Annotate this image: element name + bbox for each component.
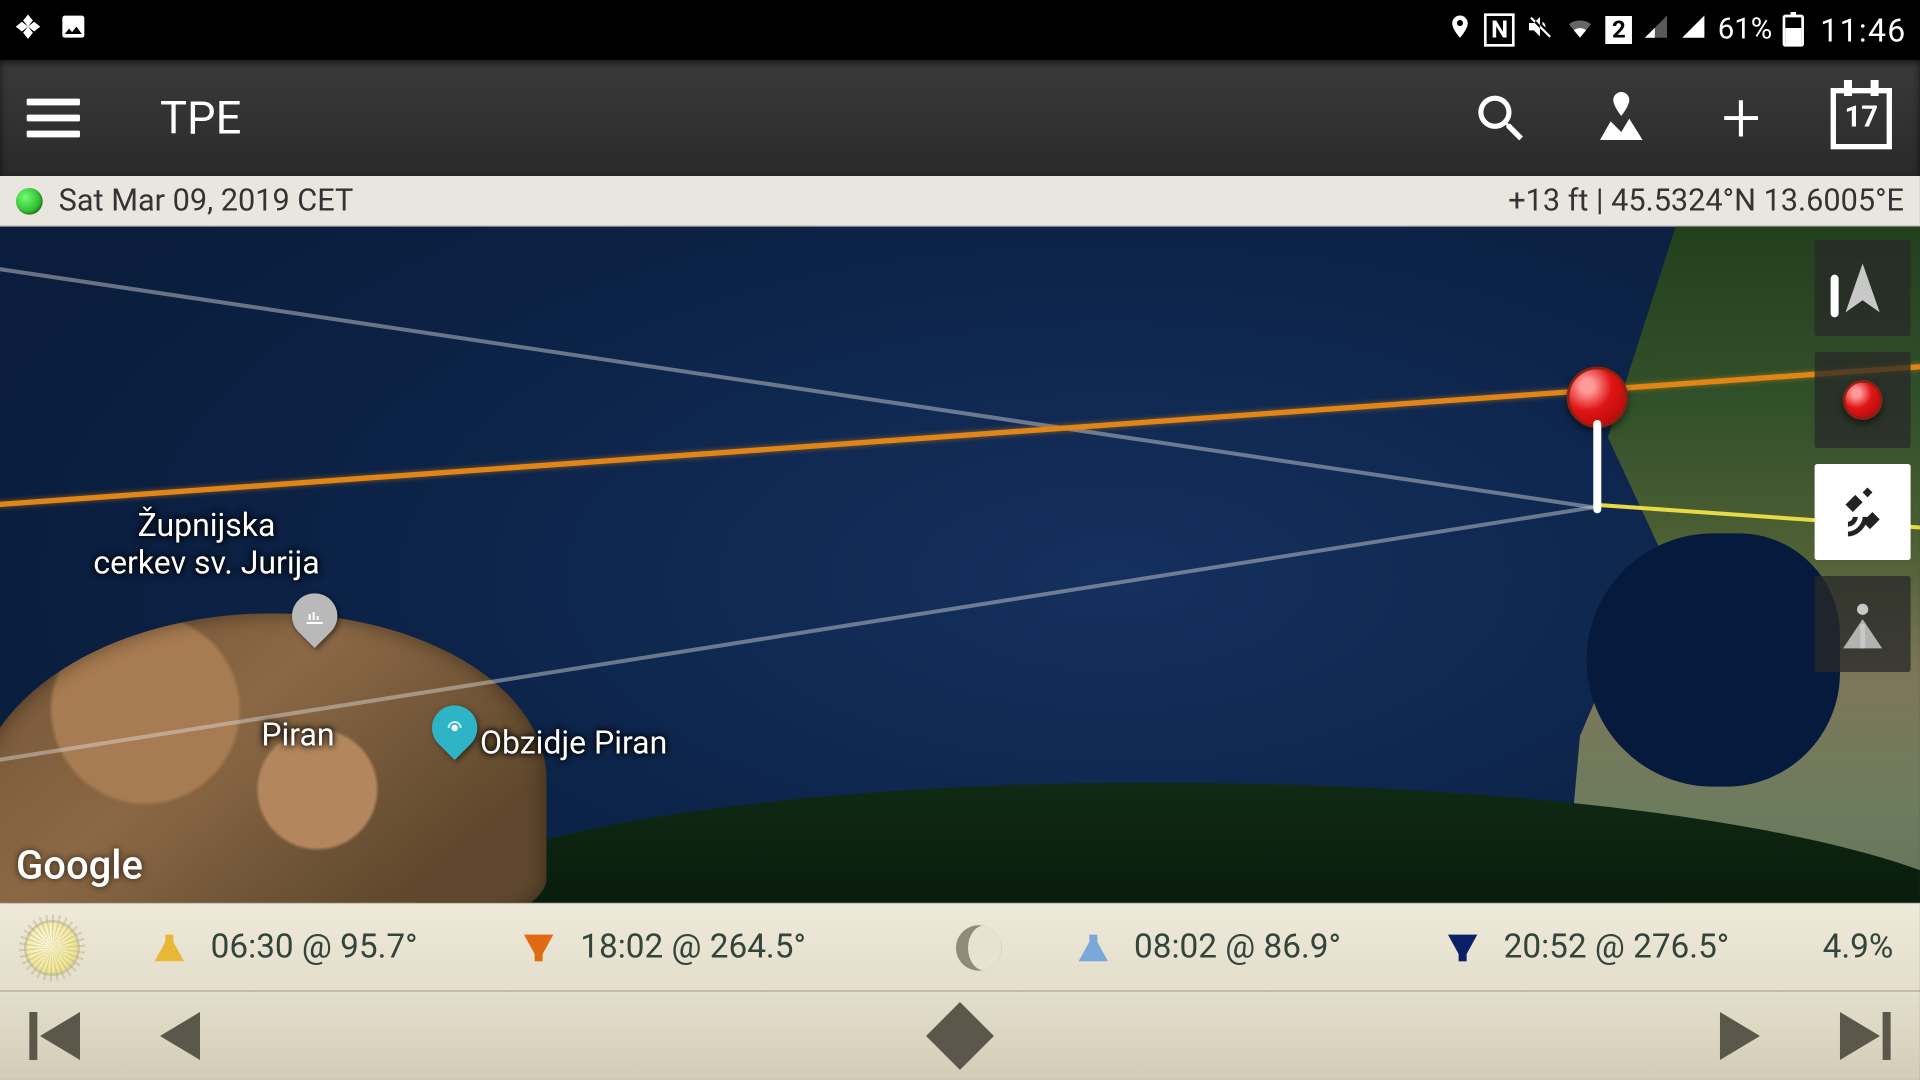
moonset-arrow-icon — [1448, 934, 1477, 961]
sunset-arrow-icon — [524, 934, 553, 961]
sunrise-value: 06:30 @ 95.7° — [211, 928, 418, 967]
battery-percent: 61% — [1718, 13, 1772, 46]
app-title: TPE — [160, 91, 241, 144]
mute-icon — [1525, 11, 1554, 48]
moon-illumination: 4.9% — [1823, 928, 1894, 967]
primary-location-pin[interactable] — [1567, 367, 1628, 428]
signal-2-icon — [1680, 13, 1707, 48]
sun-icon — [27, 922, 78, 973]
ephemeris-bar[interactable]: 06:30 @ 95.7° 18:02 @ 264.5° 08:02 @ 86.… — [0, 903, 1920, 991]
poi-marker-church[interactable] — [292, 593, 337, 652]
moon-icon — [955, 925, 1000, 970]
sim-icon: 2 — [1605, 16, 1632, 44]
poi-marker-wall[interactable] — [432, 705, 477, 764]
add-button[interactable]: + — [1709, 86, 1773, 150]
compass-button[interactable] — [1815, 240, 1911, 336]
info-strip: Sat Mar 09, 2019 CET +13 ft | 45.5324°N … — [0, 176, 1920, 227]
prev-button[interactable] — [160, 1012, 200, 1060]
signal-1-icon — [1643, 13, 1670, 48]
map-view[interactable]: Župnijska cerkev sv. Jurija Piran Obzidj… — [0, 227, 1920, 903]
app-toolbar: TPE + 17 — [0, 60, 1920, 176]
moonrise-arrow-icon — [1078, 934, 1107, 961]
search-button[interactable] — [1469, 86, 1533, 150]
calendar-day: 17 — [1844, 101, 1878, 134]
map-label-piran: Piran — [261, 716, 334, 753]
nfc-icon: N — [1484, 13, 1514, 46]
android-status-bar: N 2 61% 11:46 — [0, 0, 1920, 60]
image-icon — [59, 11, 88, 48]
now-button[interactable] — [926, 1002, 994, 1070]
battery-icon — [1783, 14, 1804, 46]
moonset-value: 20:52 @ 276.5° — [1504, 928, 1730, 967]
last-button[interactable] — [1840, 1012, 1891, 1060]
date-label[interactable]: Sat Mar 09, 2019 CET — [59, 183, 354, 219]
map-label-church: Župnijska cerkev sv. Jurija — [93, 507, 319, 582]
streetview-button[interactable] — [1815, 576, 1911, 672]
sun-group: 06:30 @ 95.7° 18:02 @ 264.5° — [27, 922, 806, 973]
wifi-icon — [1565, 11, 1594, 48]
map-label-wall: Obzidje Piran — [480, 724, 667, 761]
clock: 11:46 — [1820, 11, 1906, 48]
next-button[interactable] — [1720, 1012, 1760, 1060]
sunrise-arrow-icon — [155, 934, 184, 961]
recenter-pin-button[interactable] — [1815, 352, 1911, 448]
coordinates-label[interactable]: +13 ft | 45.5324°N 13.6005°E — [1508, 183, 1904, 219]
time-nav-bar — [0, 991, 1920, 1080]
menu-button[interactable] — [27, 99, 80, 138]
photos-icon — [13, 11, 42, 48]
moonrise-value: 08:02 @ 86.9° — [1134, 928, 1341, 967]
locations-button[interactable] — [1589, 86, 1653, 150]
status-dot-icon — [16, 187, 43, 214]
location-icon — [1447, 13, 1474, 48]
sunset-value: 18:02 @ 264.5° — [580, 928, 806, 967]
first-button[interactable] — [29, 1012, 80, 1060]
satellite-layer-button[interactable] — [1815, 464, 1911, 560]
calendar-button[interactable]: 17 — [1829, 86, 1893, 150]
moon-group: 08:02 @ 86.9° 20:52 @ 276.5° 4.9% — [955, 925, 1893, 970]
google-attribution: Google — [16, 843, 143, 890]
